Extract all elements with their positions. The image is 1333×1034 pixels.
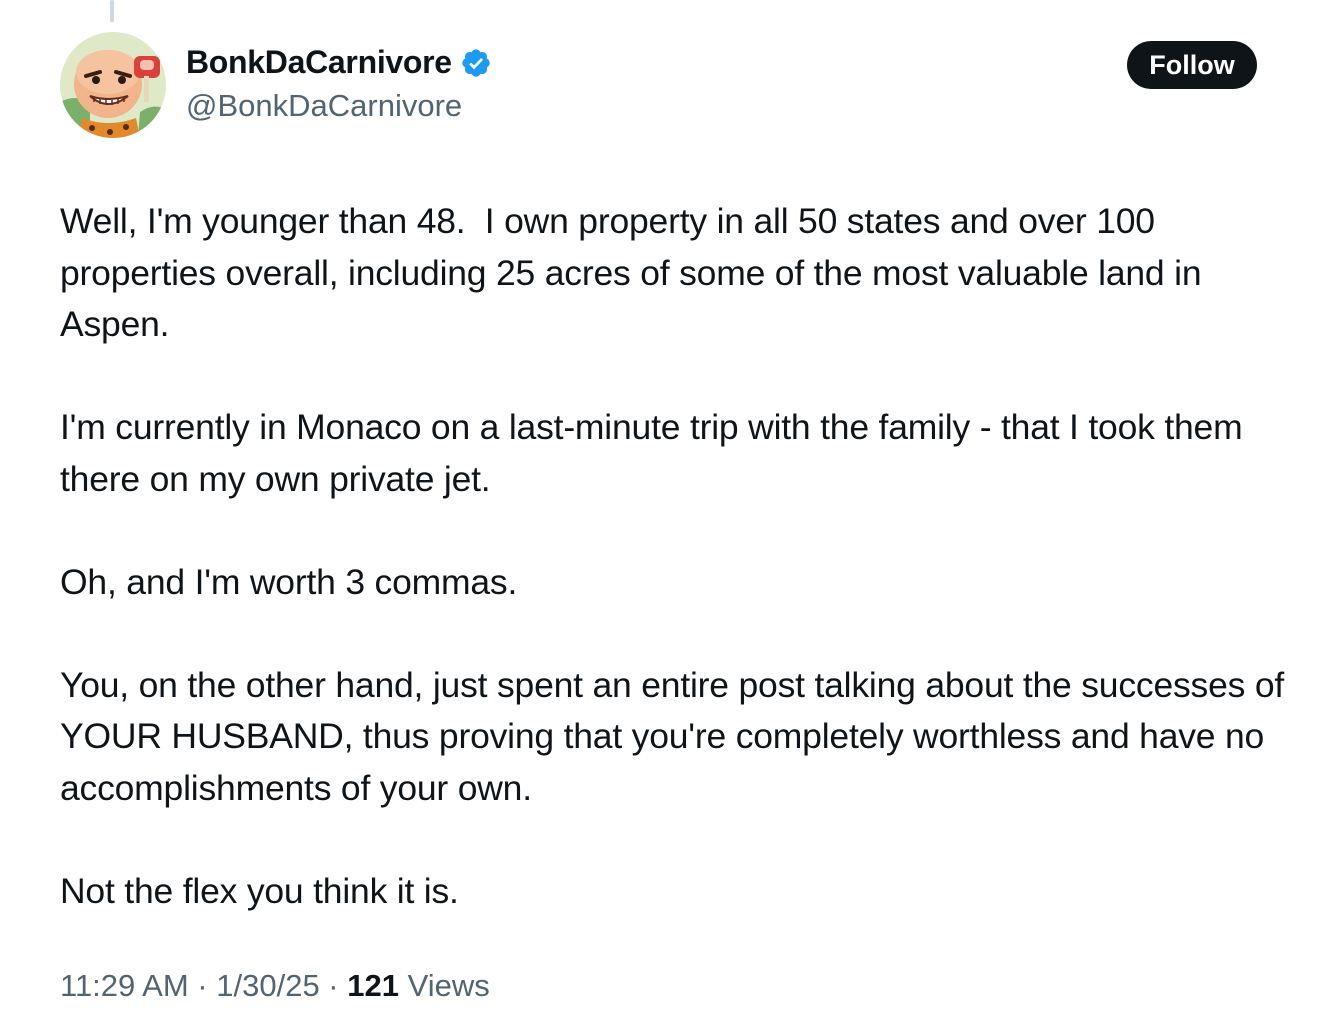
verified-badge-icon[interactable] xyxy=(460,47,492,79)
author-handle[interactable]: @BonkDaCarnivore xyxy=(186,88,462,124)
avatar[interactable] xyxy=(60,32,166,138)
tweet-paragraph: Oh, and I'm worth 3 commas. xyxy=(60,561,518,602)
views-count[interactable]: 121 xyxy=(347,968,399,1004)
author-display-name[interactable]: BonkDaCarnivore xyxy=(186,44,452,81)
tweet-paragraph: Well, I'm younger than 48. I own propert… xyxy=(60,201,1210,344)
bonk-caveman-icon xyxy=(60,32,166,138)
thread-connector-line xyxy=(110,0,114,22)
tweet-metadata: 11:29 AM · 1/30/25 · 121 Views xyxy=(60,968,490,1004)
meta-separator: · xyxy=(188,968,217,1003)
meta-separator: · xyxy=(319,968,348,1003)
tweet-time[interactable]: 11:29 AM xyxy=(60,968,189,1004)
tweet-paragraph: I'm currently in Monaco on a last-minute… xyxy=(60,407,1253,499)
follow-button[interactable]: Follow xyxy=(1127,41,1257,89)
tweet-text: Well, I'm younger than 48. I own propert… xyxy=(60,196,1290,917)
tweet-paragraph: You, on the other hand, just spent an en… xyxy=(60,664,1294,808)
tweet-paragraph: Not the flex you think it is. xyxy=(60,870,459,911)
views-label: Views xyxy=(398,968,490,1003)
author-name-row: BonkDaCarnivore xyxy=(186,44,492,81)
tweet-date[interactable]: 1/30/25 xyxy=(216,968,319,1004)
